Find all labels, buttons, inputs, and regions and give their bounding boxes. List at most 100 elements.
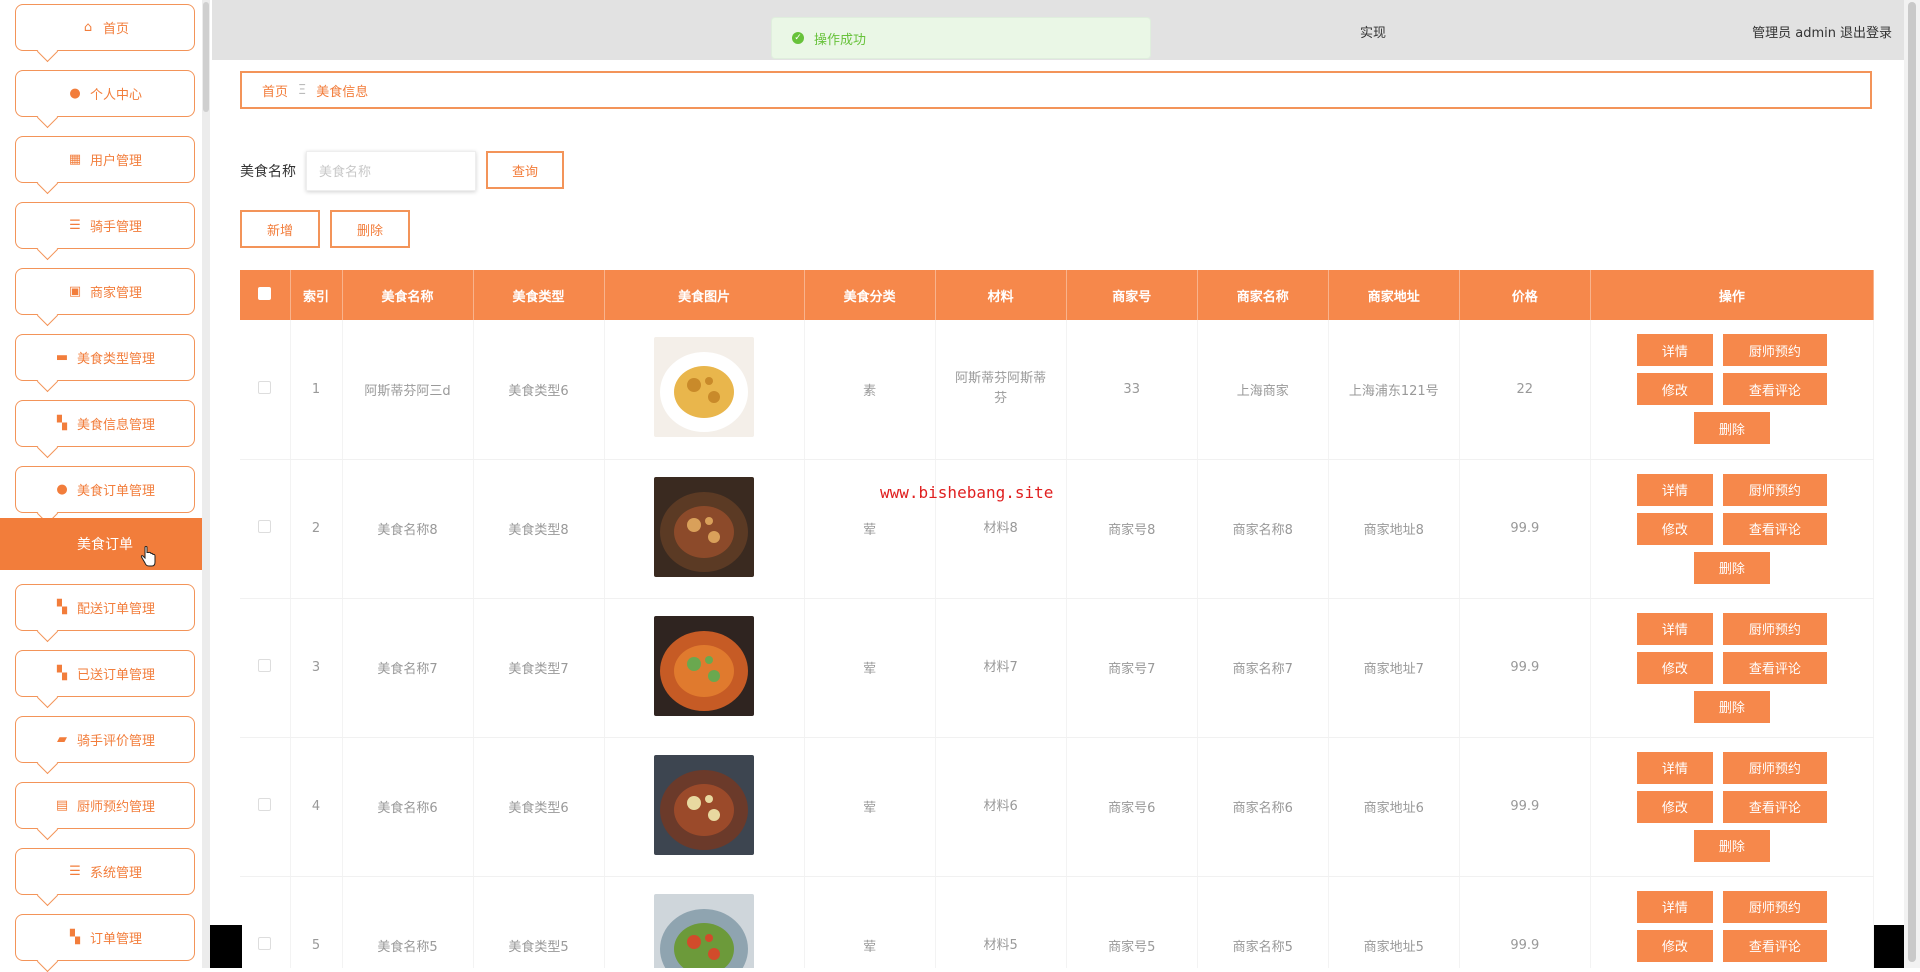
breadcrumb-home[interactable]: 首页 [262, 81, 288, 100]
row-checkbox[interactable] [258, 380, 272, 394]
logout-link[interactable]: 退出登录 [1840, 22, 1892, 41]
cell-actions: 详情厨师预约修改查看评论删除 [1590, 737, 1874, 877]
column-header: 美食名称 [342, 270, 474, 320]
cell-image [604, 320, 805, 460]
cell-type: 美食类型6 [473, 737, 605, 877]
select-all-cell[interactable] [240, 270, 291, 320]
cell-shop-no: 33 [1066, 320, 1198, 460]
sidebar-item[interactable]: ● 美食订单管理 [15, 466, 195, 513]
chef-booking-button[interactable]: 厨师预约 [1722, 334, 1827, 367]
row-checkbox[interactable] [258, 659, 272, 672]
chef-booking-button[interactable]: 厨师预约 [1722, 473, 1827, 506]
delete-button[interactable]: 删除 [1693, 690, 1770, 723]
row-select-cell[interactable] [240, 320, 291, 460]
row-select-cell[interactable] [240, 459, 291, 599]
cell-type: 美食类型8 [473, 459, 605, 599]
row-checkbox[interactable] [258, 520, 272, 533]
cell-address: 商家地址6 [1328, 737, 1460, 877]
edit-button[interactable]: 修改 [1636, 651, 1713, 684]
row-checkbox[interactable] [258, 798, 272, 811]
row-select-cell[interactable] [240, 737, 291, 877]
cell-address: 商家地址8 [1328, 459, 1460, 599]
row-checkbox[interactable] [258, 937, 272, 950]
cell-shop-name: 商家名称6 [1197, 737, 1329, 877]
sidebar-item[interactable]: ▚ 配送订单管理 [15, 584, 195, 631]
cell-category: 荤 [804, 876, 936, 968]
view-comments-button[interactable]: 查看评论 [1722, 373, 1827, 406]
sidebar-scrollbar-thumb[interactable] [203, 2, 209, 112]
row-select-cell[interactable] [240, 598, 291, 738]
breadcrumb-separator: Ξ [298, 82, 307, 98]
cell-type: 美食类型7 [473, 598, 605, 738]
view-comments-button[interactable]: 查看评论 [1722, 512, 1827, 545]
chef-booking-button[interactable]: 厨师预约 [1722, 612, 1827, 645]
edit-button[interactable]: 修改 [1636, 373, 1713, 406]
submenu-item-active[interactable]: 美食订单 [0, 518, 210, 570]
sidebar-item[interactable]: ☰ 骑手管理 [15, 202, 195, 249]
bulk-delete-button[interactable]: 删除 [330, 210, 410, 248]
chef-booking-button[interactable]: 厨师预约 [1722, 751, 1827, 784]
sidebar-item-label: 订单管理 [89, 932, 142, 947]
edit-button[interactable]: 修改 [1636, 929, 1713, 962]
location-icon: ● [56, 482, 68, 497]
cell-shop-no: 商家号7 [1066, 598, 1198, 738]
select-all-checkbox[interactable] [258, 286, 272, 300]
sidebar-item[interactable]: ⌂ 首页 [15, 4, 195, 51]
delete-button[interactable]: 删除 [1693, 412, 1770, 445]
success-check-icon: ✓ [792, 32, 804, 44]
detail-button[interactable]: 详情 [1636, 334, 1713, 367]
food-image [654, 754, 755, 855]
material-text: 材料8 [983, 520, 1018, 536]
page-scrollbar-thumb[interactable] [1908, 2, 1916, 962]
sidebar-scrollbar[interactable] [202, 0, 210, 968]
search-button[interactable]: 查询 [486, 151, 564, 189]
delete-button[interactable]: 删除 [1693, 551, 1770, 584]
row-select-cell[interactable] [240, 876, 291, 968]
view-comments-button[interactable]: 查看评论 [1722, 929, 1827, 962]
cell-address: 上海浦东121号 [1328, 320, 1460, 460]
food-image [654, 893, 755, 968]
column-header: 美食分类 [804, 270, 936, 320]
edit-button[interactable]: 修改 [1636, 790, 1713, 823]
sidebar-item[interactable]: ▣ 商家管理 [15, 268, 195, 315]
cell-shop-name: 商家名称8 [1197, 459, 1329, 599]
delete-button[interactable]: 删除 [1693, 829, 1770, 862]
sidebar-item[interactable]: ▦ 用户管理 [15, 136, 195, 183]
detail-button[interactable]: 详情 [1636, 890, 1713, 923]
sidebar-item[interactable]: ▚ 订单管理 [15, 914, 195, 961]
cell-index: 5 [290, 876, 343, 968]
food-image [654, 337, 755, 438]
material-text: 阿斯蒂芬阿斯蒂芬 [955, 371, 1047, 407]
toast-message: 操作成功 [814, 32, 867, 48]
row-actions: 详情厨师预约修改查看评论删除 [1632, 473, 1832, 584]
sidebar-item[interactable]: ▬ 美食类型管理 [15, 334, 195, 381]
column-header: 材料 [935, 270, 1067, 320]
sidebar-item[interactable]: ☰ 系统管理 [15, 848, 195, 895]
add-button[interactable]: 新增 [240, 210, 320, 248]
current-user: 管理员 admin [1752, 26, 1836, 41]
detail-button[interactable]: 详情 [1636, 612, 1713, 645]
page-scrollbar[interactable] [1904, 0, 1920, 968]
detail-button[interactable]: 详情 [1636, 751, 1713, 784]
breadcrumb-current: 美食信息 [316, 84, 369, 100]
sidebar-item-label: 美食类型管理 [76, 352, 155, 367]
column-header: 美食类型 [473, 270, 605, 320]
sidebar-item[interactable]: ▤ 厨师预约管理 [15, 782, 195, 829]
sidebar-item[interactable]: ▚ 已送订单管理 [15, 650, 195, 697]
cell-shop-no: 商家号5 [1066, 876, 1198, 968]
detail-button[interactable]: 详情 [1636, 473, 1713, 506]
view-comments-button[interactable]: 查看评论 [1722, 790, 1827, 823]
edit-button[interactable]: 修改 [1636, 512, 1713, 545]
chef-booking-button[interactable]: 厨师预约 [1722, 890, 1827, 923]
cell-actions: 详情厨师预约修改查看评论删除 [1590, 459, 1874, 599]
briefcase-icon: ▰ [56, 732, 67, 747]
sidebar-item[interactable]: ● 个人中心 [15, 70, 195, 117]
column-header: 美食图片 [604, 270, 805, 320]
table-row: 4 美食名称6 美食类型6 荤 材料6 商家号6 商家名称6 商家地址6 99.9 详情 厨师预约修… [240, 737, 1874, 877]
search-input[interactable] [306, 151, 476, 191]
cell-shop-name: 商家名称5 [1197, 876, 1329, 968]
view-comments-button[interactable]: 查看评论 [1722, 651, 1827, 684]
sidebar-item-label: 美食信息管理 [76, 418, 155, 433]
sidebar-item[interactable]: ▚ 美食信息管理 [15, 400, 195, 447]
sidebar-item[interactable]: ▰ 骑手评价管理 [15, 716, 195, 763]
